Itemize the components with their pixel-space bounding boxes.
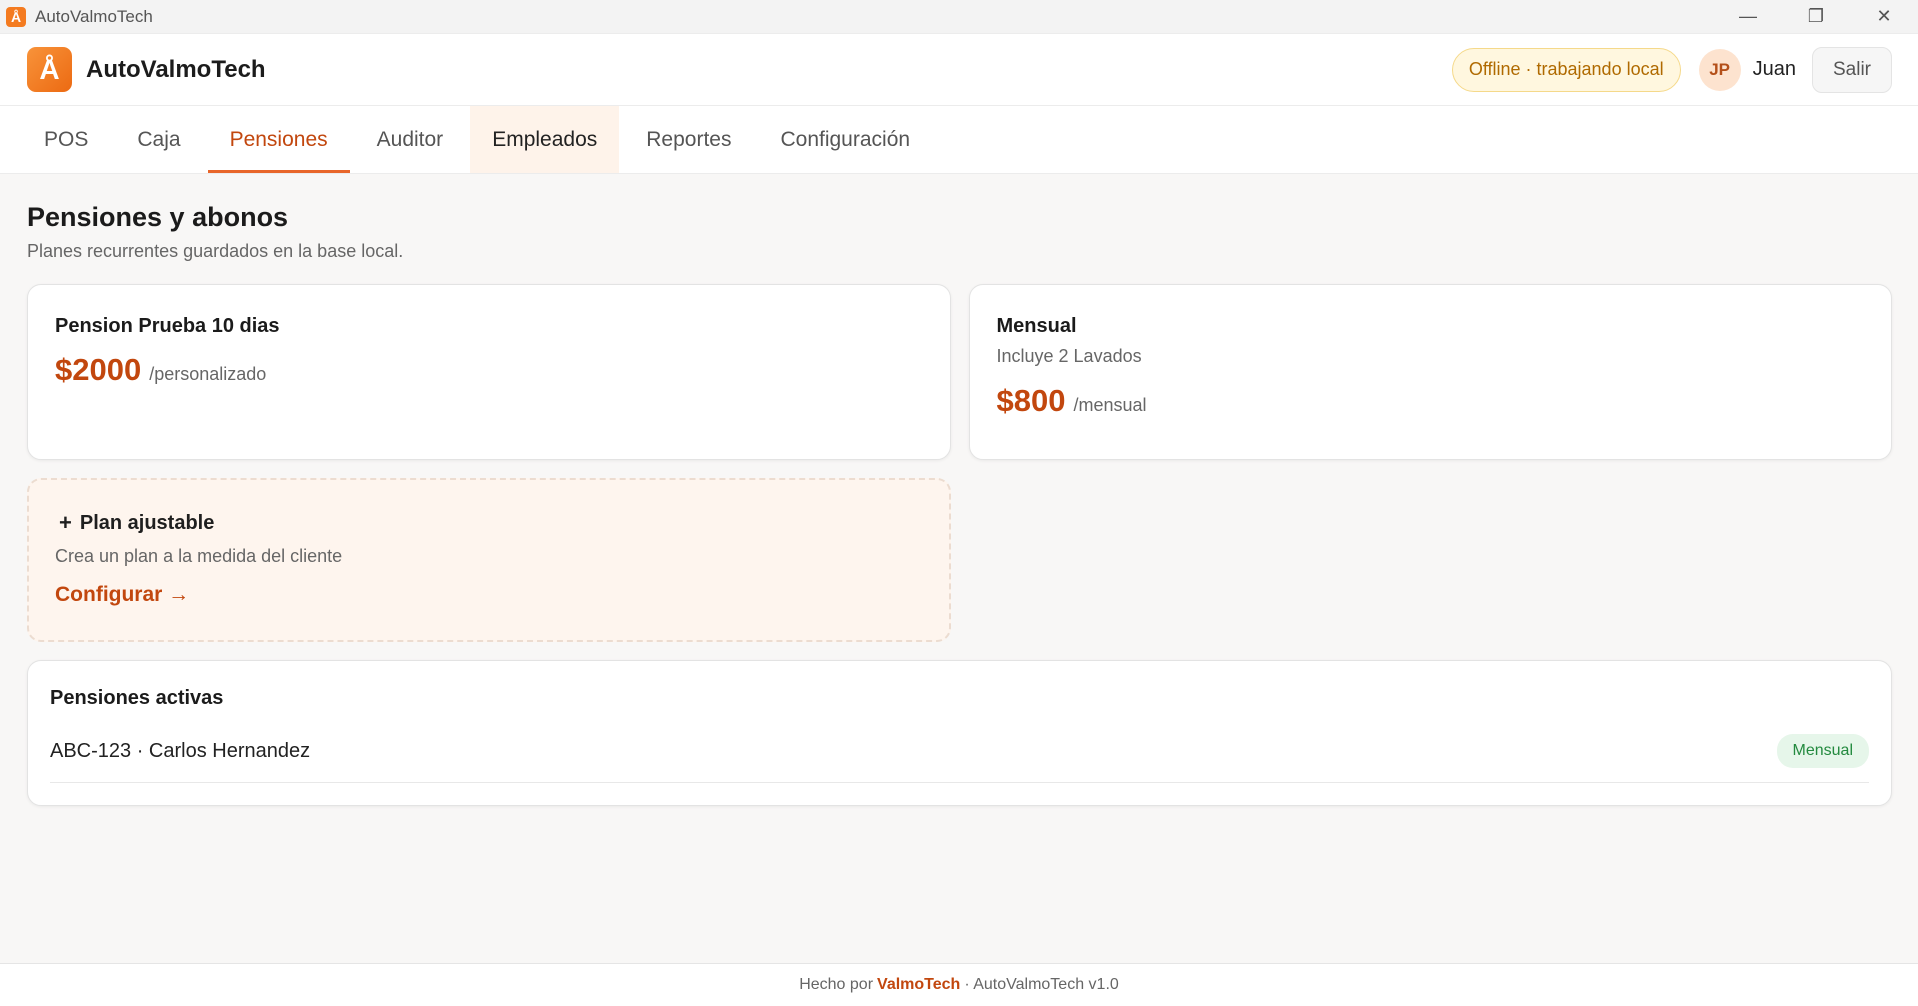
app-header: Å AutoValmoTech Offline · trabajando loc… <box>0 34 1918 106</box>
grid-spacer <box>969 478 1893 642</box>
custom-plan-description: Crea un plan a la medida del cliente <box>55 546 343 566</box>
plans-grid: Pension Prueba 10 dias $2000 /personaliz… <box>27 284 1892 642</box>
minimize-icon[interactable]: — <box>1714 0 1782 33</box>
plan-price: $800 <box>996 383 1066 418</box>
tab-pensiones[interactable]: Pensiones <box>207 106 350 173</box>
main-tabs: POS Caja Pensiones Auditor Empleados Rep… <box>0 106 1918 174</box>
plus-icon: + <box>59 510 72 535</box>
plan-period: /mensual <box>1073 395 1147 415</box>
plan-title: Pension Prueba 10 dias <box>55 315 280 337</box>
plan-card[interactable]: Mensual Incluye 2 Lavados $800 /mensual <box>968 284 1892 460</box>
avatar: JP <box>1698 48 1741 91</box>
window-controls: — ❐ ✕ <box>1714 0 1918 33</box>
table-row[interactable]: ABC-123 · Carlos Hernandez Mensual <box>50 728 1869 783</box>
user-name: Juan <box>1752 58 1796 80</box>
plan-card[interactable]: Pension Prueba 10 dias $2000 /personaliz… <box>27 284 951 460</box>
brand-name: AutoValmoTech <box>86 55 266 83</box>
main-content: Pensiones y abonos Planes recurrentes gu… <box>0 174 1918 806</box>
app-icon: Å <box>6 6 26 27</box>
plan-price-row: $2000 /personalizado <box>55 352 923 388</box>
footer-suffix: · AutoValmoTech v1.0 <box>964 976 1119 993</box>
custom-plan-title-row: + Plan ajustable <box>55 510 923 536</box>
restore-icon[interactable]: ❐ <box>1782 0 1850 33</box>
close-icon[interactable]: ✕ <box>1850 0 1918 33</box>
tab-reportes[interactable]: Reportes <box>624 106 753 173</box>
brand-logo-icon: Å <box>27 47 72 92</box>
status-badge: Offline · trabajando local <box>1451 47 1681 92</box>
plan-price: $2000 <box>55 352 142 387</box>
tab-pos[interactable]: POS <box>22 106 110 173</box>
header-user-area: Offline · trabajando local JP Juan Salir <box>1451 46 1892 93</box>
tab-configuracion[interactable]: Configuración <box>758 106 932 173</box>
logout-button[interactable]: Salir <box>1811 46 1892 93</box>
footer: Hecho por ValmoTech · AutoValmoTech v1.0 <box>0 963 1918 1006</box>
custom-plan-card[interactable]: + Plan ajustable Crea un plan a la medid… <box>27 478 951 642</box>
plan-title: Mensual <box>996 315 1077 337</box>
tab-empleados[interactable]: Empleados <box>470 106 620 173</box>
footer-company: ValmoTech <box>877 976 961 993</box>
tab-caja[interactable]: Caja <box>115 106 202 173</box>
tab-auditor[interactable]: Auditor <box>355 106 466 173</box>
plan-badge: Mensual <box>1776 734 1869 768</box>
plan-price-row: $800 /mensual <box>997 383 1865 419</box>
page-title: Pensiones y abonos <box>27 202 289 232</box>
configure-link[interactable]: Configurar → <box>55 583 189 607</box>
plan-description: Incluye 2 Lavados <box>996 346 1142 366</box>
window-titlebar: Å AutoValmoTech — ❐ ✕ <box>0 0 1918 34</box>
active-pensions-card: Pensiones activas ABC-123 · Carlos Herna… <box>27 660 1892 806</box>
active-pensions-title: Pensiones activas <box>50 687 224 709</box>
plan-period: /personalizado <box>149 364 267 384</box>
window-title: AutoValmoTech <box>35 6 153 26</box>
custom-plan-title: Plan ajustable <box>79 511 215 534</box>
pension-holder: ABC-123 · Carlos Hernandez <box>50 739 311 762</box>
page-subtitle: Planes recurrentes guardados en la base … <box>27 241 404 261</box>
footer-prefix: Hecho por <box>799 976 874 993</box>
